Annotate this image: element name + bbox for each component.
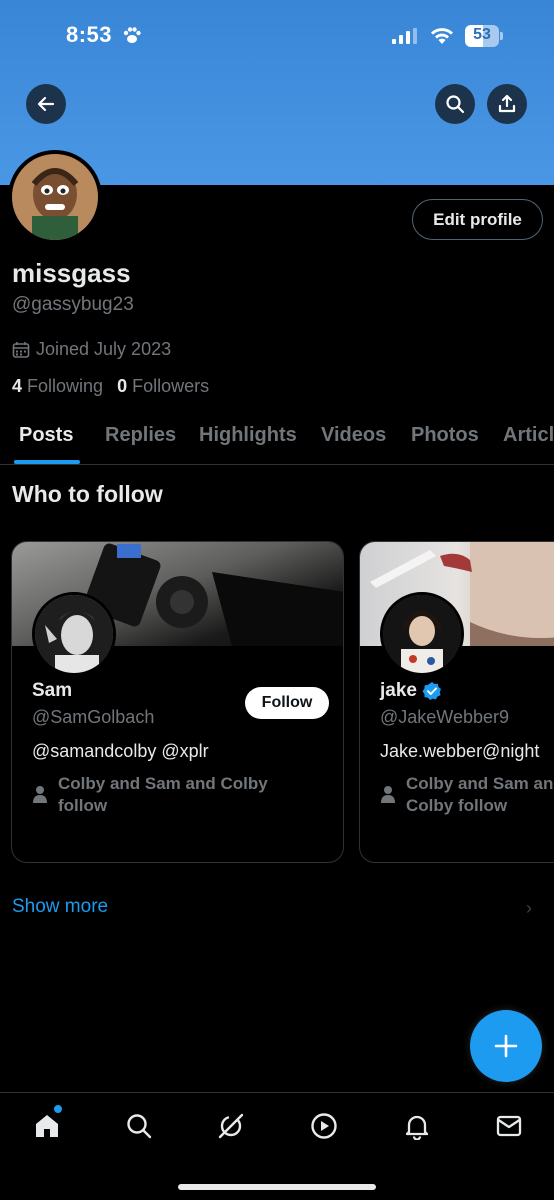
card-name[interactable]: jake — [380, 680, 442, 702]
followers-count: 0 — [117, 376, 128, 396]
notification-dot — [54, 1105, 62, 1113]
card-bio: Jake.webber@night — [380, 741, 540, 761]
nav-video[interactable] — [307, 1109, 341, 1143]
card-handle: @SamGolbach — [32, 707, 155, 727]
avatar-illustration — [12, 154, 98, 240]
card-social-context: Colby and Sam and Colby follow — [32, 773, 292, 817]
home-indicator[interactable] — [178, 1184, 376, 1190]
mail-icon — [496, 1115, 522, 1137]
status-bar: 8:53 53 — [0, 22, 554, 54]
followers-link[interactable]: 0 Followers — [117, 376, 209, 396]
search-icon — [446, 95, 465, 114]
signal-icon — [392, 28, 417, 44]
social-context-text: Colby and Sam and Colby follow — [58, 774, 268, 815]
nav-home[interactable] — [30, 1109, 64, 1143]
plus-icon — [494, 1034, 518, 1058]
card-bio: @samandcolby @xplr — [32, 741, 209, 761]
share-button[interactable] — [487, 84, 527, 124]
nav-messages[interactable] — [492, 1109, 526, 1143]
nav-search[interactable] — [122, 1109, 156, 1143]
profile-tabs: Posts Replies Highlights Videos Photos A… — [0, 410, 554, 465]
card-name[interactable]: Sam — [32, 680, 72, 702]
tab-posts[interactable]: Posts — [19, 424, 73, 447]
bell-icon — [405, 1115, 429, 1140]
follow-suggestion-card[interactable]: Sam @SamGolbach Follow @samandcolby @xpl… — [11, 541, 344, 863]
grok-icon — [218, 1113, 244, 1139]
nav-grok[interactable] — [214, 1109, 248, 1143]
followers-label: Followers — [132, 376, 210, 396]
following-label: Following — [27, 376, 104, 396]
tab-photos[interactable]: Photos — [411, 424, 479, 447]
compose-post-button[interactable] — [470, 1010, 542, 1082]
tab-highlights[interactable]: Highlights — [199, 424, 297, 447]
follow-suggestion-card[interactable]: jake @JakeWebber9 Jake.webber@night Colb… — [359, 541, 554, 863]
chevron-right-icon[interactable]: › — [526, 898, 532, 919]
show-more-link[interactable]: Show more — [12, 896, 108, 918]
battery-icon: 53 — [465, 25, 503, 47]
follow-button[interactable]: Follow — [245, 687, 329, 719]
joined-text: Joined July 2023 — [36, 339, 172, 359]
card-social-context: Colby and Sam and Colby follow — [380, 773, 554, 817]
tab-videos[interactable]: Videos — [321, 424, 386, 447]
follow-counts: 4 Following 0 Followers — [12, 376, 209, 397]
status-time: 8:53 — [66, 22, 113, 47]
following-count: 4 — [12, 376, 23, 396]
tab-replies[interactable]: Replies — [105, 424, 176, 447]
card-avatar-image — [383, 595, 461, 673]
profile-handle: @gassybug23 — [12, 294, 134, 315]
home-icon — [36, 1115, 58, 1137]
card-avatar[interactable] — [380, 592, 464, 676]
following-link[interactable]: 4 Following — [12, 376, 103, 396]
tab-articles[interactable]: Articles — [503, 424, 554, 447]
verified-badge-icon — [422, 682, 441, 700]
battery-level: 53 — [473, 26, 491, 43]
profile-avatar[interactable] — [8, 150, 102, 244]
joined-date: Joined July 2023 — [12, 339, 171, 360]
search-icon — [127, 1114, 152, 1139]
card-handle: @JakeWebber9 — [380, 707, 510, 727]
profile-display-name: missgass — [12, 258, 131, 288]
card-name-text: jake — [380, 680, 417, 701]
back-button[interactable] — [26, 84, 66, 124]
nav-notifications[interactable] — [400, 1109, 434, 1143]
social-context-text: Colby and Sam and Colby follow — [406, 774, 554, 815]
edit-profile-button[interactable]: Edit profile — [412, 199, 543, 240]
share-icon — [498, 94, 516, 113]
person-icon — [32, 773, 58, 817]
bottom-nav — [0, 1092, 554, 1200]
wifi-icon — [431, 28, 453, 44]
back-arrow-icon — [37, 96, 55, 112]
card-avatar[interactable] — [32, 592, 116, 676]
active-tab-indicator — [14, 460, 80, 464]
card-avatar-image — [35, 595, 113, 673]
paw-icon — [123, 27, 141, 43]
person-icon — [380, 773, 406, 817]
video-play-icon — [311, 1113, 337, 1139]
calendar-icon — [12, 341, 30, 358]
search-button[interactable] — [435, 84, 475, 124]
who-to-follow-title: Who to follow — [12, 481, 163, 507]
